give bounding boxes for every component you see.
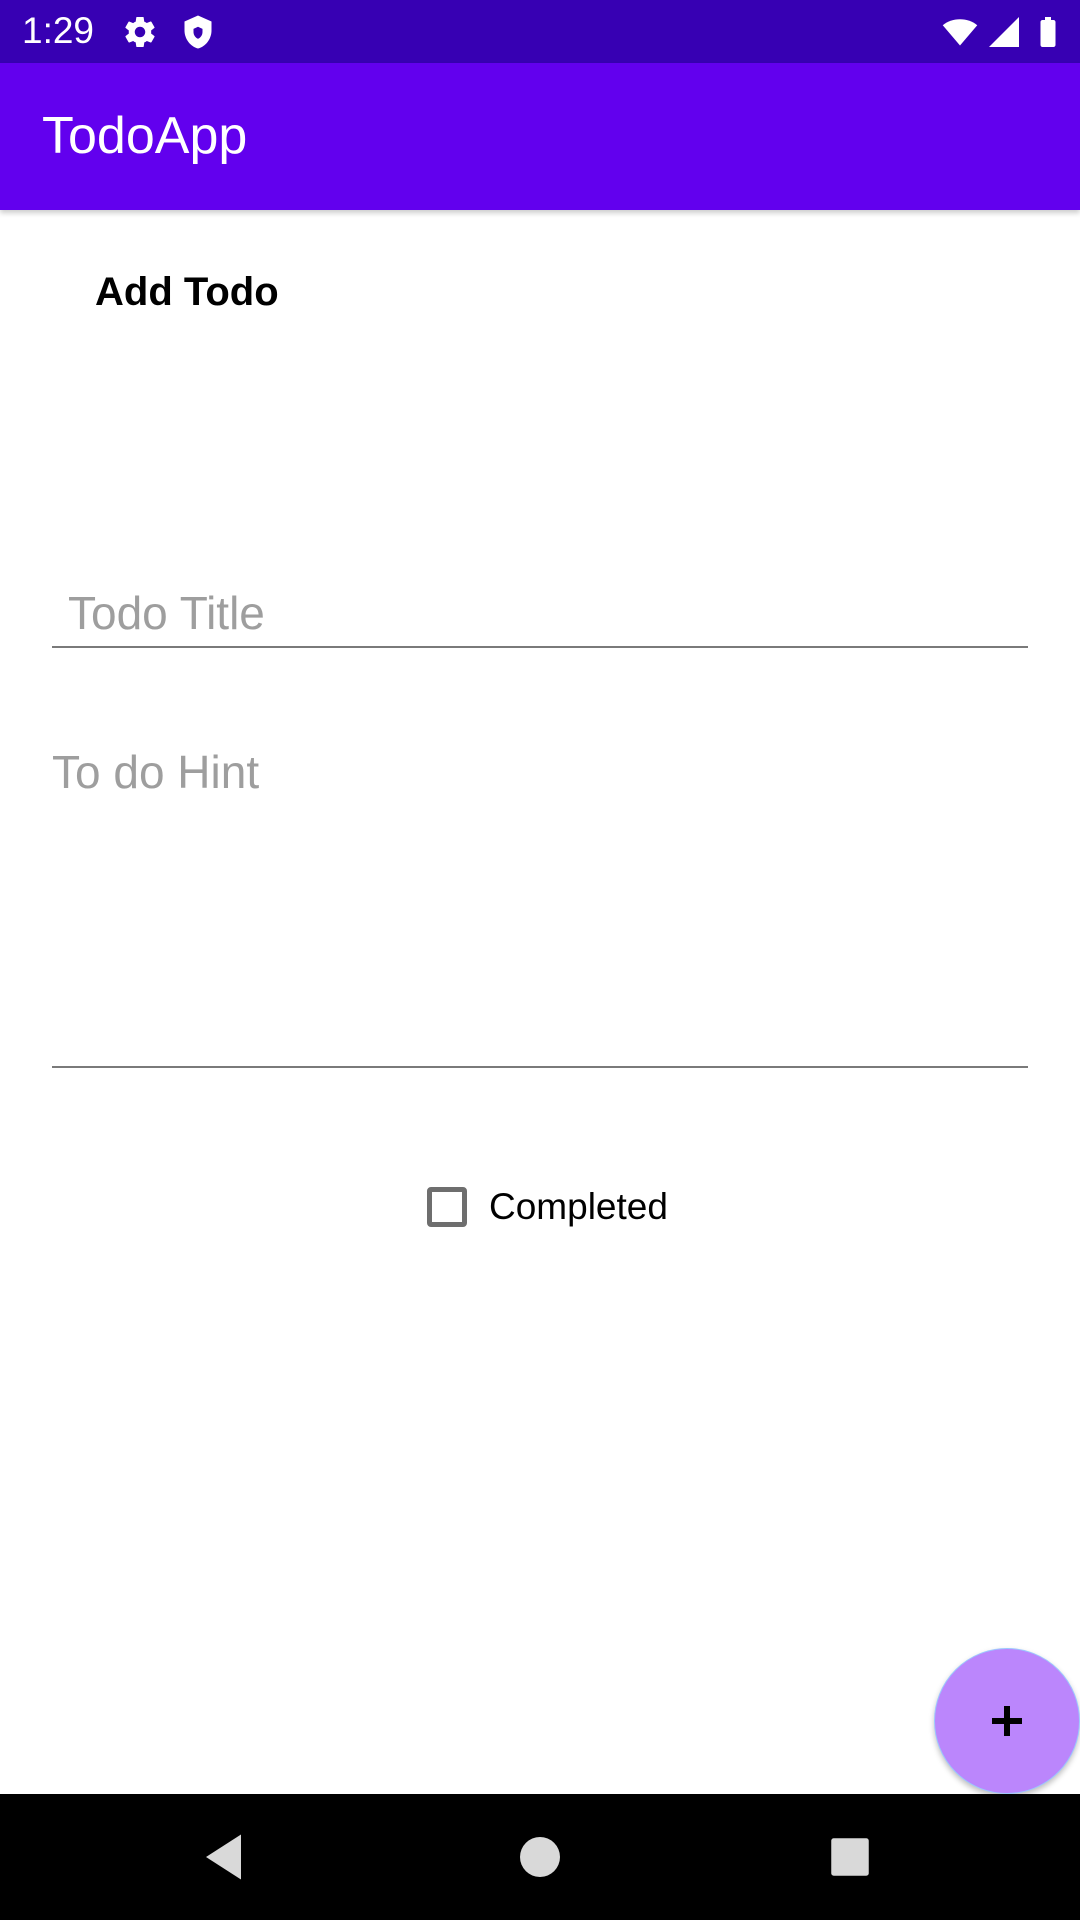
app-bar: TodoApp (0, 63, 1080, 210)
todo-hint-input[interactable] (52, 745, 1028, 1068)
screen: 1:29 TodoApp Add Todo Completed (0, 0, 1080, 1920)
recents-icon[interactable] (820, 1827, 880, 1887)
plus-icon (992, 1706, 1022, 1736)
completed-label: Completed (489, 1186, 668, 1227)
completed-checkbox[interactable] (427, 1187, 467, 1227)
back-icon[interactable] (196, 1827, 256, 1887)
todo-title-input[interactable] (52, 580, 1028, 648)
battery-icon (1040, 17, 1056, 47)
completed-checkbox-row[interactable]: Completed (424, 1180, 668, 1234)
status-bar: 1:29 (0, 0, 1080, 63)
gear-icon (125, 17, 155, 48)
shield-icon (184, 15, 212, 49)
nav-bar (0, 1794, 1080, 1920)
home-icon[interactable] (510, 1827, 570, 1887)
form-heading: Add Todo (95, 270, 279, 314)
wifi-icon (942, 19, 978, 46)
app-title: TodoApp (42, 107, 248, 165)
signal-icon (989, 17, 1019, 47)
status-time: 1:29 (22, 10, 95, 51)
add-todo-fab[interactable] (934, 1648, 1080, 1794)
